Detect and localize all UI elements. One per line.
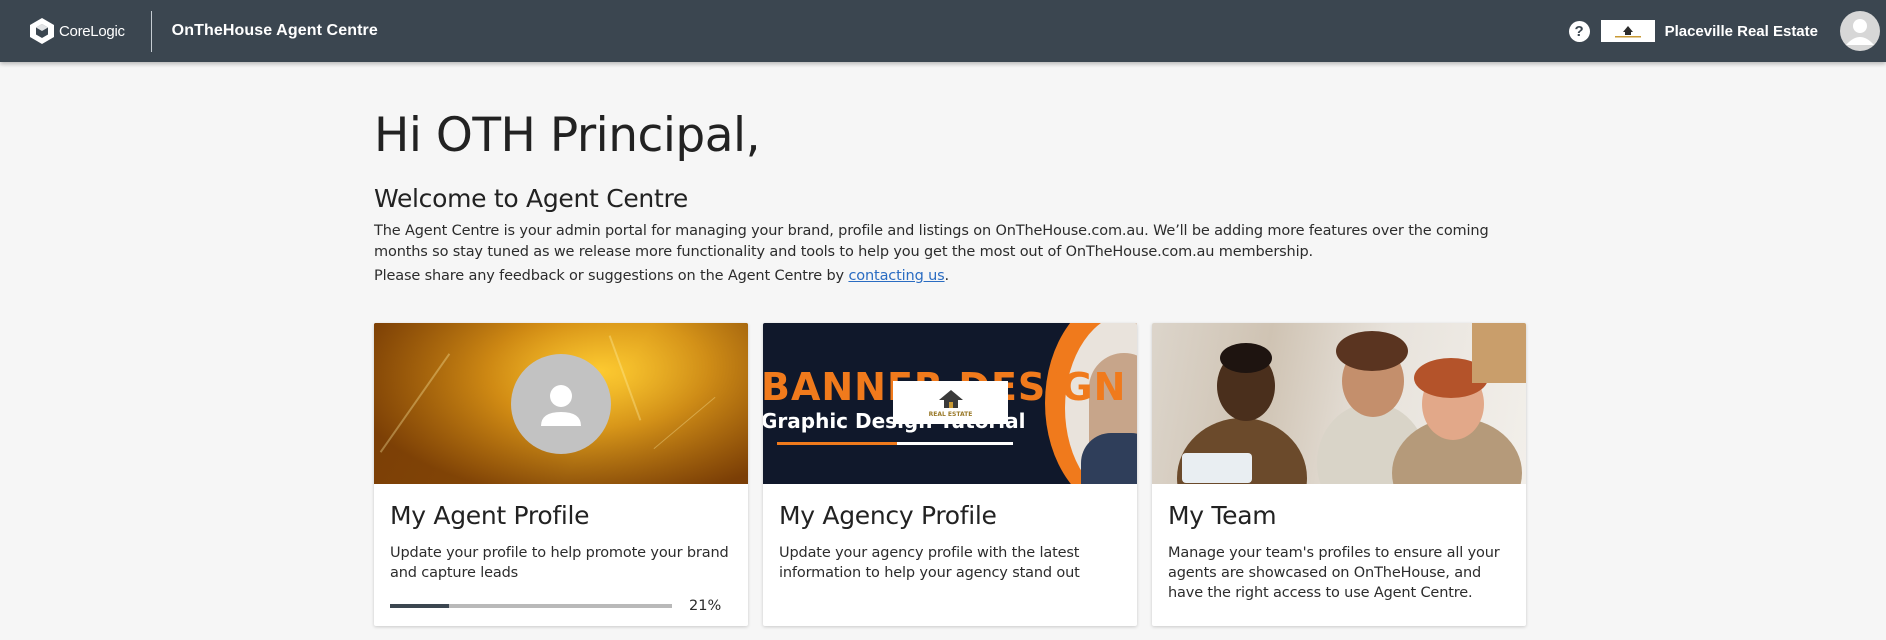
progress-fill — [390, 604, 450, 608]
profile-progress: 21% — [390, 598, 732, 614]
card-title: My Team — [1168, 501, 1277, 530]
app-title: OnTheHouse Agent Centre — [171, 22, 378, 39]
card-title: My Agency Profile — [779, 501, 997, 530]
help-icon[interactable]: ? — [1568, 20, 1590, 42]
agency-name[interactable]: Placeville Real Estate — [1665, 23, 1818, 40]
card-my-agency-profile[interactable]: BANNER DESIGN Graphic Design Tutorial RE… — [763, 323, 1137, 626]
card-body: My Agency Profile Update your agency pro… — [763, 484, 1137, 583]
feedback-paragraph: Please share any feedback or suggestions… — [374, 266, 949, 287]
corelogic-logo-icon — [30, 18, 54, 44]
person-icon — [541, 385, 581, 426]
team-photo — [1152, 323, 1526, 484]
card-my-agent-profile[interactable]: My Agent Profile Update your profile to … — [374, 323, 748, 626]
feedback-suffix: . — [944, 268, 950, 284]
card-description: Manage your team's profiles to ensure al… — [1168, 545, 1500, 601]
agency-profile-banner-image: BANNER DESIGN Graphic Design Tutorial RE… — [763, 323, 1137, 484]
card-my-team[interactable]: My Team Manage your team's profiles to e… — [1152, 323, 1526, 626]
card-description: Update your agency profile with the late… — [779, 545, 1080, 581]
profile-placeholder-avatar[interactable] — [511, 354, 611, 454]
card-body: My Agent Profile Update your profile to … — [374, 484, 748, 614]
agency-logo: REAL ESTATE — [893, 381, 1008, 424]
agent-profile-cover-image — [374, 323, 748, 484]
intro-paragraph: The Agent Centre is your admin portal fo… — [374, 223, 1489, 260]
card-body: My Team Manage your team's profiles to e… — [1152, 484, 1526, 603]
feature-cards: My Agent Profile Update your profile to … — [374, 323, 1526, 626]
progress-percent-label: 21% — [689, 598, 722, 614]
progress-track — [390, 604, 672, 608]
welcome-heading: Welcome to Agent Centre — [374, 184, 688, 213]
card-title: My Agent Profile — [390, 501, 590, 530]
person-icon — [1846, 19, 1874, 45]
top-navigation-bar: CoreLogic OnTheHouse Agent Centre ? Plac… — [0, 0, 1886, 62]
contact-us-link[interactable]: contacting us — [848, 268, 944, 284]
greeting-heading: Hi OTH Principal, — [374, 108, 761, 163]
corelogic-brand[interactable]: CoreLogic — [29, 0, 125, 62]
agency-logo-image — [1614, 26, 1641, 38]
agency-logo — [1600, 20, 1655, 42]
header-divider — [150, 10, 152, 52]
header-actions: ? Placeville Real Estate — [1568, 0, 1886, 62]
house-icon — [938, 389, 963, 408]
card-description: Update your profile to help promote your… — [390, 545, 729, 581]
logo-text: REAL ESTATE — [928, 410, 973, 418]
feedback-prefix: Please share any feedback or suggestions… — [374, 268, 849, 284]
user-avatar-icon[interactable] — [1840, 11, 1880, 51]
brand-name: CoreLogic — [59, 22, 125, 40]
